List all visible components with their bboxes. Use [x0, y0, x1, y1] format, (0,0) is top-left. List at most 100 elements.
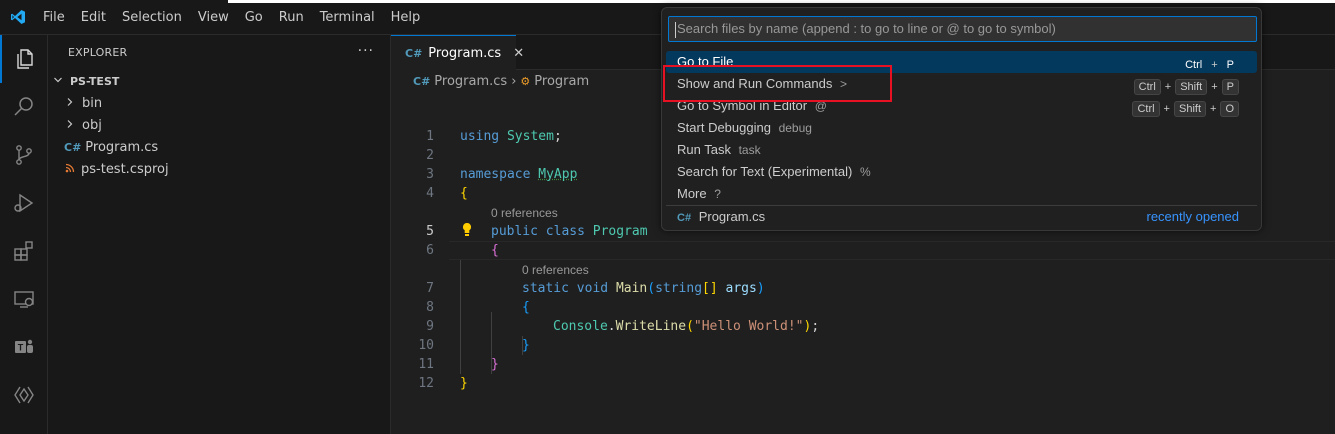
tree-item-label: bin — [82, 95, 103, 111]
quick-open-input[interactable]: Search files by name (append : to go to … — [668, 16, 1257, 42]
quick-open-placeholder: Search files by name (append : to go to … — [677, 21, 1056, 36]
quick-open-item-recent-program-cs[interactable]: C# Program.cs recently opened — [666, 206, 1257, 228]
quick-open-item-run-task[interactable]: Run Task task — [666, 139, 1257, 161]
breadcrumb-separator: › — [511, 73, 517, 89]
tree-item-csproj[interactable]: ps-test.csproj — [48, 158, 390, 180]
tab-program-cs[interactable]: C# Program.cs ✕ — [391, 35, 524, 70]
extensions-icon[interactable] — [0, 227, 48, 275]
chevron-right-icon — [62, 97, 78, 110]
key: O — [1220, 101, 1239, 117]
tree-item-bin[interactable]: bin — [48, 92, 390, 114]
breadcrumb-symbol[interactable]: Program — [534, 74, 589, 89]
code-line: static void Main(string[] args) — [522, 281, 765, 296]
line-number: 3 — [426, 167, 434, 182]
key: Ctrl — [1133, 79, 1161, 95]
class-symbol-icon: ⚙ — [520, 74, 531, 88]
csharp-file-icon: C# — [677, 212, 692, 224]
quick-open-palette: Search files by name (append : to go to … — [661, 7, 1262, 231]
tree-item-obj[interactable]: obj — [48, 114, 390, 136]
key: Ctrl — [1185, 59, 1203, 71]
codelens-references[interactable]: 0 references — [522, 262, 589, 278]
line-number: 9 — [426, 319, 434, 334]
breadcrumb-file[interactable]: Program.cs — [434, 74, 507, 89]
sidebar-title: EXPLORER — [68, 46, 128, 59]
menu-selection[interactable]: Selection — [114, 0, 190, 35]
item-label: More — [677, 186, 707, 201]
line-number: 10 — [418, 338, 434, 353]
item-hint: ? — [714, 187, 721, 201]
explorer-icon[interactable] — [0, 35, 48, 83]
close-tab-icon[interactable]: ✕ — [513, 46, 524, 61]
line-number: 6 — [426, 243, 434, 258]
item-hint: task — [738, 143, 761, 157]
item-hint: debug — [778, 121, 812, 135]
quick-open-item-search-text[interactable]: Search for Text (Experimental) % — [666, 161, 1257, 183]
explorer-sidebar: EXPLORER ··· PS-TEST bin obj C# Program.… — [48, 35, 391, 434]
code-line: Console.WriteLine("Hello World!"); — [553, 319, 820, 334]
vscode-logo-icon — [0, 0, 35, 35]
item-label: Search for Text (Experimental) — [677, 164, 853, 179]
csharp-file-icon: C# — [405, 46, 423, 60]
line-number: 2 — [426, 148, 434, 163]
line-number: 7 — [426, 281, 434, 296]
rss-file-icon — [65, 162, 75, 177]
svg-text:T: T — [18, 343, 24, 353]
copilot-icon[interactable] — [0, 371, 48, 419]
chevron-right-icon — [62, 119, 78, 132]
quick-open-item-more[interactable]: More ? — [666, 183, 1257, 205]
code-line: } — [491, 357, 499, 372]
line-number: 4 — [426, 186, 434, 201]
tree-item-program-cs[interactable]: C# Program.cs — [48, 136, 390, 158]
tree-item-label: ps-test.csproj — [81, 161, 169, 177]
teams-icon[interactable]: T — [0, 323, 48, 371]
menu-go[interactable]: Go — [237, 0, 271, 35]
sidebar-header: EXPLORER ··· — [48, 35, 390, 70]
source-control-icon[interactable] — [0, 131, 48, 179]
line-number: 12 — [418, 376, 434, 391]
menu-file[interactable]: File — [35, 0, 73, 35]
item-label: Program.cs — [698, 209, 766, 224]
code-line: public class Program — [491, 224, 648, 239]
remote-explorer-icon[interactable] — [0, 275, 48, 323]
codelens-references[interactable]: 0 references — [491, 205, 558, 221]
line-number: 8 — [426, 300, 434, 315]
code-line: { — [460, 186, 468, 201]
csharp-file-icon: C# — [413, 74, 431, 88]
quick-open-item-start-debugging[interactable]: Start Debugging debug — [666, 117, 1257, 139]
menu-terminal[interactable]: Terminal — [312, 0, 383, 35]
menu-view[interactable]: View — [190, 0, 237, 35]
line-number: 5 — [426, 224, 434, 239]
run-debug-icon[interactable] — [0, 179, 48, 227]
key: Ctrl — [1132, 101, 1160, 117]
activity-bar: T — [0, 35, 48, 434]
code-line: { — [522, 300, 530, 315]
menu-edit[interactable]: Edit — [73, 0, 114, 35]
line-number: 1 — [426, 129, 434, 144]
window-top-edge — [0, 0, 1335, 3]
code-line: namespace MyApp — [460, 167, 578, 182]
search-icon[interactable] — [0, 83, 48, 131]
recently-opened-label: recently opened — [1146, 209, 1239, 224]
tree-item-label: obj — [82, 117, 102, 133]
code-line: } — [522, 338, 530, 353]
code-line: } — [460, 376, 468, 391]
highlight-annotation-box — [663, 65, 892, 102]
item-label: Start Debugging — [677, 120, 771, 135]
key: Shift — [1175, 79, 1208, 95]
key: Shift — [1173, 101, 1206, 117]
tab-label: Program.cs — [428, 45, 502, 61]
line-number: 11 — [418, 357, 434, 372]
item-hint: % — [859, 165, 871, 179]
more-actions-icon[interactable]: ··· — [358, 43, 374, 59]
item-label: Run Task — [677, 142, 731, 157]
tree-root-label: PS-TEST — [70, 74, 120, 88]
menu-run[interactable]: Run — [271, 0, 312, 35]
chevron-down-icon — [50, 75, 66, 88]
code-line: { — [491, 243, 499, 258]
menu-help[interactable]: Help — [383, 0, 429, 35]
csharp-file-icon: C# — [64, 140, 82, 154]
key: P — [1226, 59, 1234, 71]
key: P — [1221, 79, 1239, 95]
tree-item-label: Program.cs — [85, 139, 159, 155]
tree-root-ps-test[interactable]: PS-TEST — [48, 70, 390, 92]
